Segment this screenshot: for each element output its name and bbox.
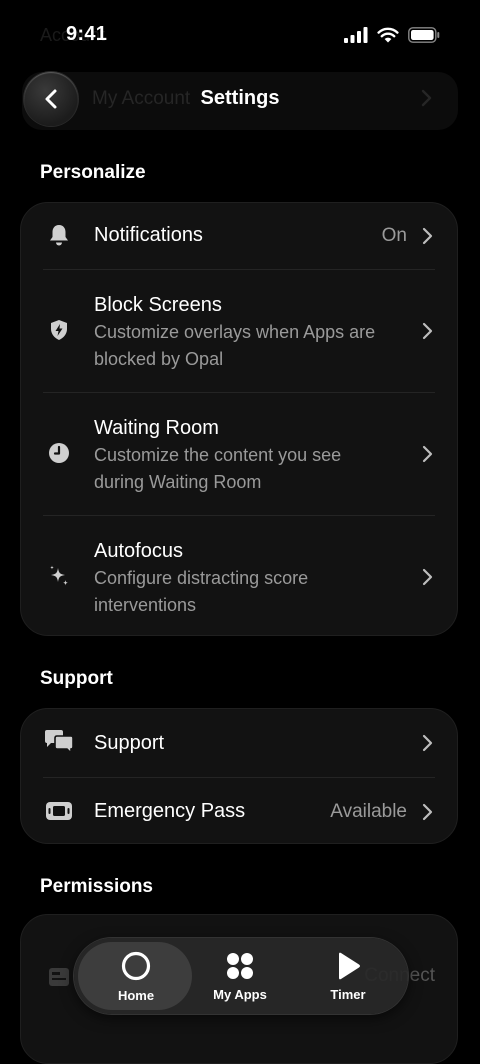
clock-icon — [45, 439, 73, 467]
row-label: Block Screens — [94, 294, 222, 316]
chevron-right-icon — [422, 568, 433, 586]
section-title-personalize: Personalize — [40, 162, 146, 183]
sparkles-icon — [45, 562, 73, 590]
tab-label: Home — [117, 987, 155, 1003]
play-icon — [339, 952, 360, 979]
row-label: Notifications — [94, 224, 203, 246]
status-time: 9:41 — [66, 23, 108, 45]
row-support[interactable]: Support — [21, 709, 457, 777]
row-value: On — [381, 225, 407, 246]
chat-bubbles-icon — [43, 728, 75, 756]
chevron-right-icon — [422, 227, 433, 245]
chevron-right-icon — [422, 322, 433, 340]
section-title-support: Support — [40, 668, 113, 689]
ticket-icon — [43, 797, 75, 825]
bell-icon — [45, 221, 73, 249]
status-bar: Account 9:41 — [0, 0, 480, 70]
shield-bolt-icon — [45, 316, 73, 344]
tab-label: Timer — [330, 986, 366, 1002]
grid-dots-icon — [227, 952, 253, 979]
row-emergency-pass[interactable]: Emergency Pass Available — [21, 778, 457, 844]
status-icons — [344, 27, 440, 43]
row-autofocus[interactable]: Autofocus Configure distracting score in… — [21, 516, 457, 636]
tab-bar: Home My Apps Timer — [74, 938, 408, 1014]
id-card-icon — [45, 963, 73, 991]
row-label: Waiting Room — [94, 417, 219, 439]
tab-label: My Apps — [213, 986, 267, 1002]
row-value: Available — [330, 801, 407, 822]
row-subtitle: Customize overlays when Apps are blocked… — [94, 322, 376, 369]
row-subtitle: Customize the content you see during Wai… — [94, 445, 342, 492]
page-title: Settings — [200, 87, 280, 109]
tab-home[interactable]: Home — [78, 938, 194, 1014]
row-label: Autofocus — [94, 540, 183, 562]
row-subtitle: Configure distracting score intervention… — [94, 568, 309, 615]
row-block-screens[interactable]: Block Screens Customize overlays when Ap… — [21, 270, 457, 392]
row-label: Support — [94, 732, 165, 754]
chevron-right-icon — [422, 445, 433, 463]
home-ring-icon — [121, 951, 151, 980]
battery-icon — [408, 27, 440, 43]
section-title-permissions: Permissions — [40, 876, 153, 897]
wifi-icon — [377, 27, 399, 43]
row-waiting-room[interactable]: Waiting Room Customize the content you s… — [21, 393, 457, 515]
chevron-right-icon — [422, 734, 433, 752]
support-card: Support Emergency Pass Available — [20, 708, 458, 844]
tab-timer[interactable]: Timer — [294, 938, 402, 1014]
row-notifications[interactable]: Notifications On — [21, 203, 457, 269]
personalize-card: Notifications On Block Screens Customize… — [20, 202, 458, 636]
row-label: Emergency Pass — [94, 800, 246, 822]
chevron-right-icon — [422, 803, 433, 821]
signal-icon — [344, 27, 368, 43]
tab-my-apps[interactable]: My Apps — [186, 938, 294, 1014]
